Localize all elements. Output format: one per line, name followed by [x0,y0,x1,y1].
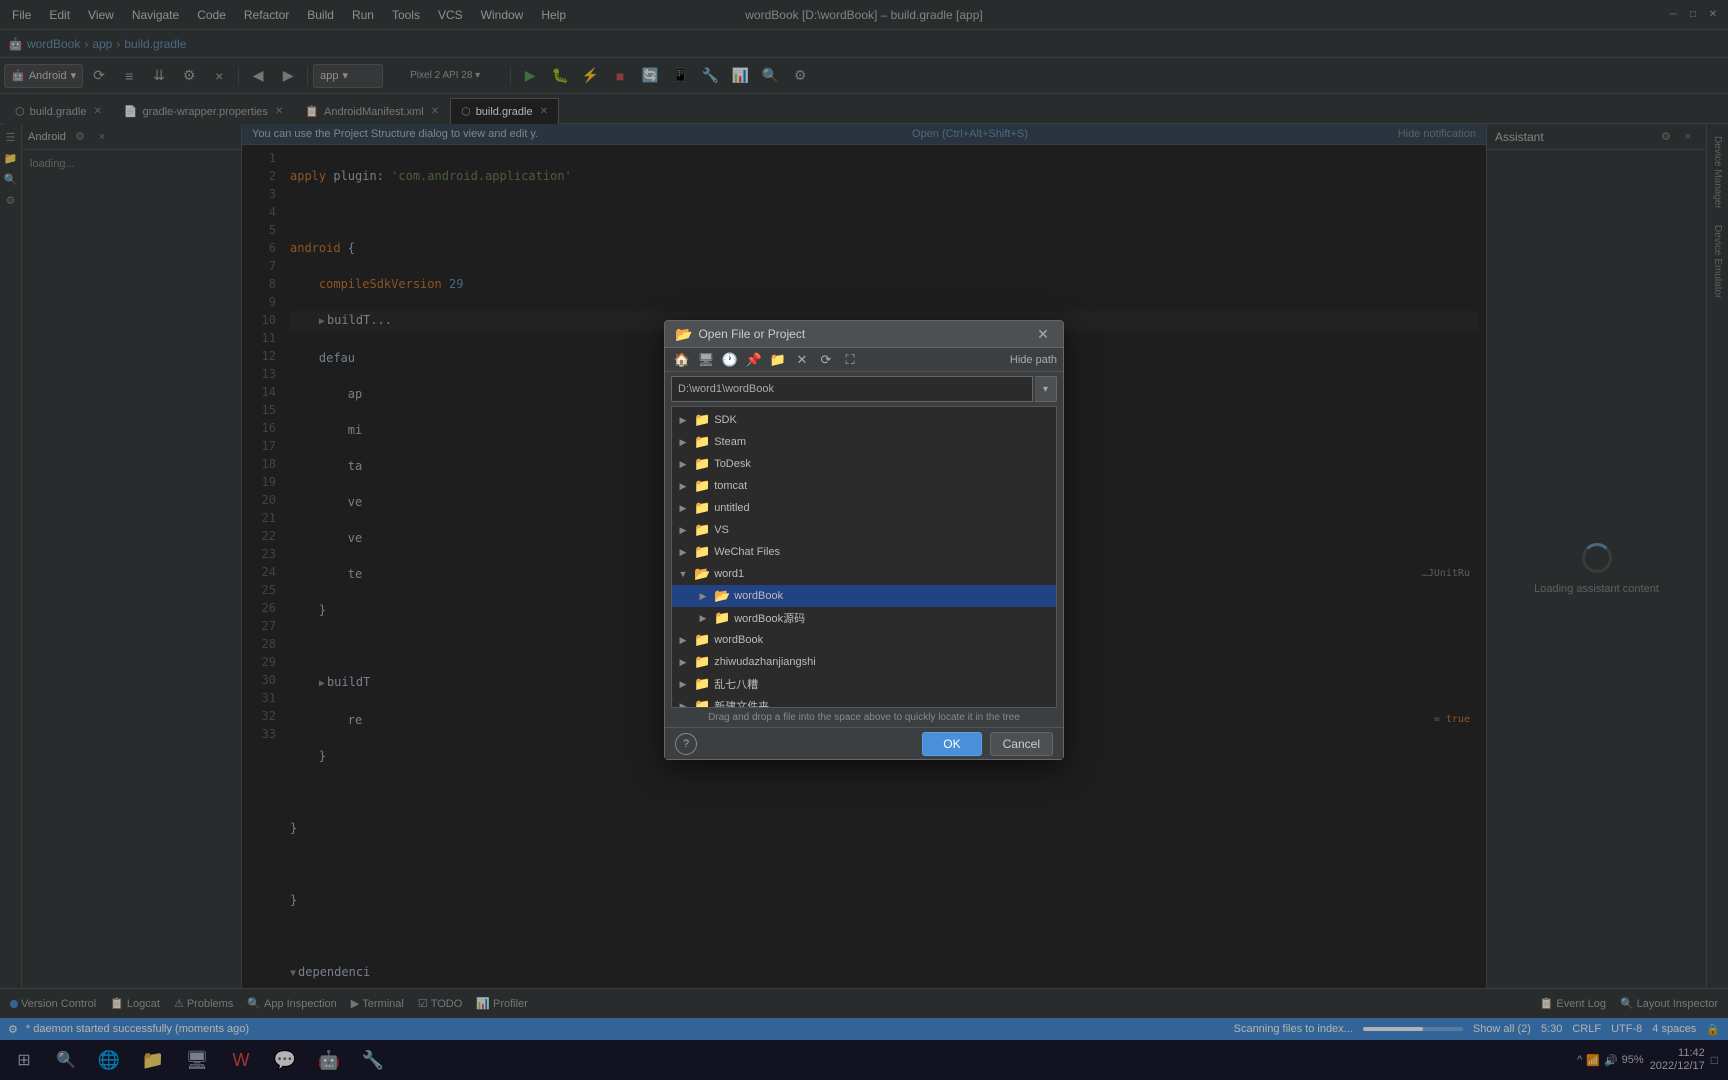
tree-label-xinjian1: 新建文件夹 [714,698,769,708]
tree-item-untitled[interactable]: ▶ 📁 untitled [672,497,1056,519]
modal-title: 📂 Open File or Project [675,326,805,343]
folder-icon-luanqi: 📁 [694,676,710,692]
folder-icon-word1: 📂 [694,566,710,582]
tree-item-sdk[interactable]: ▶ 📁 SDK [672,409,1056,431]
tree-item-wordbook-source[interactable]: ▶ 📁 wordBook源码 [672,607,1056,629]
modal-title-text: Open File or Project [698,327,805,341]
expand-wordbook-source[interactable]: ▶ [696,611,710,625]
modal-footer: ? OK Cancel [665,727,1063,759]
tree-item-luanqi[interactable]: ▶ 📁 乱七八糟 [672,673,1056,695]
modal-path-row: ▾ [671,376,1057,402]
folder-icon-wordbook-source: 📁 [714,610,730,626]
tree-label-luanqi: 乱七八糟 [714,676,758,692]
expand-word1[interactable]: ▼ [676,567,690,581]
open-file-dialog: 📂 Open File or Project ✕ 🏠 🖥 🕐 📌 📁 ✕ ⟳ ⛶… [664,320,1064,760]
folder-icon-steam: 📁 [694,434,710,450]
modal-help-btn[interactable]: ? [675,733,697,755]
folder-icon-wordbook-proj: 📂 [714,588,730,604]
modal-desktop-btn[interactable]: 🖥 [695,349,717,371]
tree-label-tomcat: tomcat [714,480,747,492]
tree-item-steam[interactable]: ▶ 📁 Steam [672,431,1056,453]
tree-label-wordbook-source: wordBook源码 [734,610,805,626]
tree-label-word1: word1 [714,568,744,580]
expand-wordbook2[interactable]: ▶ [676,633,690,647]
folder-icon-xinjian1: 📁 [694,698,710,708]
tree-item-word1[interactable]: ▼ 📂 word1 [672,563,1056,585]
modal-overlay: 📂 Open File or Project ✕ 🏠 🖥 🕐 📌 📁 ✕ ⟳ ⛶… [0,0,1728,1080]
folder-icon-zhiwu: 📁 [694,654,710,670]
modal-refresh-btn[interactable]: ⟳ [815,349,837,371]
modal-ok-btn[interactable]: OK [922,732,981,756]
tree-item-tomcat[interactable]: ▶ 📁 tomcat [672,475,1056,497]
modal-path-dropdown[interactable]: ▾ [1035,376,1057,402]
expand-zhiwu[interactable]: ▶ [676,655,690,669]
tree-item-zhiwu[interactable]: ▶ 📁 zhiwudazhanjiangshi [672,651,1056,673]
tree-label-wordbook2: wordBook [714,634,763,646]
tree-item-wechat[interactable]: ▶ 📁 WeChat Files [672,541,1056,563]
tree-label-vs: VS [714,524,729,536]
expand-todesk[interactable]: ▶ [676,457,690,471]
tree-item-xinjian1[interactable]: ▶ 📁 新建文件夹 [672,695,1056,708]
folder-icon-wordbook2: 📁 [694,632,710,648]
modal-hint: Drag and drop a file into the space abov… [665,708,1063,727]
modal-cancel-btn[interactable]: Cancel [990,732,1053,756]
expand-luanqi[interactable]: ▶ [676,677,690,691]
modal-expand-btn[interactable]: ⛶ [839,349,861,371]
tree-label-sdk: SDK [714,414,737,426]
expand-tomcat[interactable]: ▶ [676,479,690,493]
tree-label-zhiwu: zhiwudazhanjiangshi [714,656,816,668]
modal-new-folder-btn[interactable]: 📁 [767,349,789,371]
folder-icon-tomcat: 📁 [694,478,710,494]
modal-close-btn[interactable]: ✕ [1033,324,1053,344]
folder-icon-todesk: 📁 [694,456,710,472]
expand-untitled[interactable]: ▶ [676,501,690,515]
tree-label-untitled: untitled [714,502,749,514]
modal-toolbar: 🏠 🖥 🕐 📌 📁 ✕ ⟳ ⛶ Hide path [665,348,1063,372]
tree-label-todesk: ToDesk [714,458,751,470]
expand-wechat[interactable]: ▶ [676,545,690,559]
modal-path-input[interactable] [671,376,1033,402]
expand-steam[interactable]: ▶ [676,435,690,449]
modal-recent-btn[interactable]: 🕐 [719,349,741,371]
folder-open-icon: 📂 [675,326,692,343]
folder-icon-sdk: 📁 [694,412,710,428]
tree-item-wordbook2[interactable]: ▶ 📁 wordBook [672,629,1056,651]
tree-item-vs[interactable]: ▶ 📁 VS [672,519,1056,541]
tree-item-todesk[interactable]: ▶ 📁 ToDesk [672,453,1056,475]
folder-icon-wechat: 📁 [694,544,710,560]
modal-home-btn[interactable]: 🏠 [671,349,693,371]
modal-header: 📂 Open File or Project ✕ [665,321,1063,348]
expand-vs[interactable]: ▶ [676,523,690,537]
expand-wordbook-proj[interactable]: ▶ [696,589,710,603]
modal-delete-btn[interactable]: ✕ [791,349,813,371]
expand-xinjian1[interactable]: ▶ [676,699,690,708]
tree-label-steam: Steam [714,436,746,448]
tree-label-wechat: WeChat Files [714,546,780,558]
hide-path-label[interactable]: Hide path [1010,354,1057,366]
modal-tree[interactable]: ▶ 📁 SDK ▶ 📁 Steam ▶ 📁 ToDesk ▶ 📁 tomcat … [671,406,1057,708]
tree-label-wordbook-proj: wordBook [734,590,783,602]
modal-bookmark-btn[interactable]: 📌 [743,349,765,371]
modal-toolbar-left: 🏠 🖥 🕐 📌 📁 ✕ ⟳ ⛶ [671,349,861,371]
expand-sdk[interactable]: ▶ [676,413,690,427]
folder-icon-untitled: 📁 [694,500,710,516]
tree-item-wordbook-proj[interactable]: ▶ 📂 wordBook [672,585,1056,607]
folder-icon-vs: 📁 [694,522,710,538]
